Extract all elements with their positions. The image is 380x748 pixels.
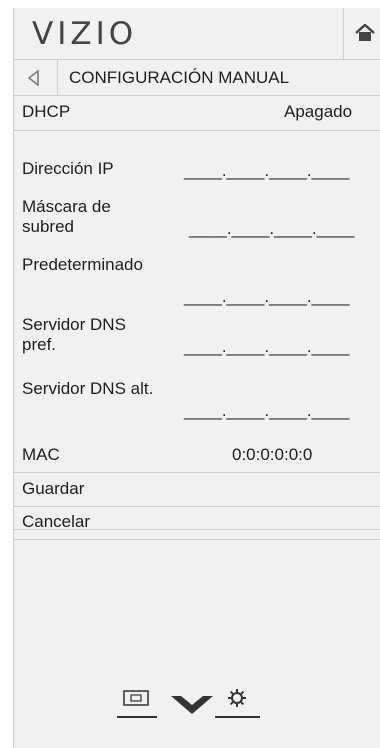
header: VIZIO: [14, 8, 380, 60]
alternate-dns-input[interactable]: ____.____.____.____: [184, 401, 349, 421]
default-gateway-label: Predeterminado: [22, 255, 143, 274]
preferred-dns-input[interactable]: ____.____.____.____: [184, 337, 349, 357]
dhcp-row[interactable]: DHCP Apagado: [14, 96, 380, 131]
mac-value: 0:0:0:0:0:0: [232, 445, 313, 464]
ip-address-label: Dirección IP: [22, 159, 114, 178]
save-button[interactable]: Guardar: [14, 472, 380, 507]
default-gateway-input[interactable]: ____.____.____.____: [184, 287, 349, 307]
alternate-dns-label: Servidor DNS alt.: [22, 379, 154, 398]
dhcp-value: Apagado: [284, 102, 353, 121]
preferred-dns-label: Servidor DNS pref.: [22, 315, 126, 354]
cancel-label: Cancelar: [22, 512, 91, 531]
gear-underline: [215, 716, 260, 718]
vizio-logo: VIZIO: [32, 16, 138, 52]
input-underline: [117, 716, 157, 718]
menu-titlebar: CONFIGURACIÓN MANUAL: [14, 60, 380, 96]
gear-icon[interactable]: [227, 688, 247, 713]
chevron-down-icon[interactable]: [170, 694, 214, 721]
back-arrow-icon[interactable]: [26, 69, 42, 92]
settings-panel: VIZIO CONFIGURACIÓN MANUAL DHCP Apagado …: [13, 8, 380, 748]
cancel-button[interactable]: Cancelar: [14, 506, 380, 540]
network-fields-group: Dirección IP ____.____.____.____ Máscara…: [14, 131, 380, 530]
save-label: Guardar: [22, 479, 85, 498]
input-icon[interactable]: [123, 690, 149, 711]
page-title: CONFIGURACIÓN MANUAL: [69, 68, 290, 87]
header-divider: [343, 8, 344, 59]
bottom-nav: [105, 682, 305, 722]
dhcp-label: DHCP: [22, 102, 71, 121]
title-divider: [57, 60, 58, 95]
mac-label: MAC: [22, 445, 60, 464]
ip-address-input[interactable]: ____.____.____.____: [184, 161, 349, 181]
subnet-mask-label: Máscara de subred: [22, 197, 111, 236]
home-icon[interactable]: [354, 23, 376, 47]
subnet-mask-input[interactable]: ____.____.____.____: [189, 219, 354, 239]
